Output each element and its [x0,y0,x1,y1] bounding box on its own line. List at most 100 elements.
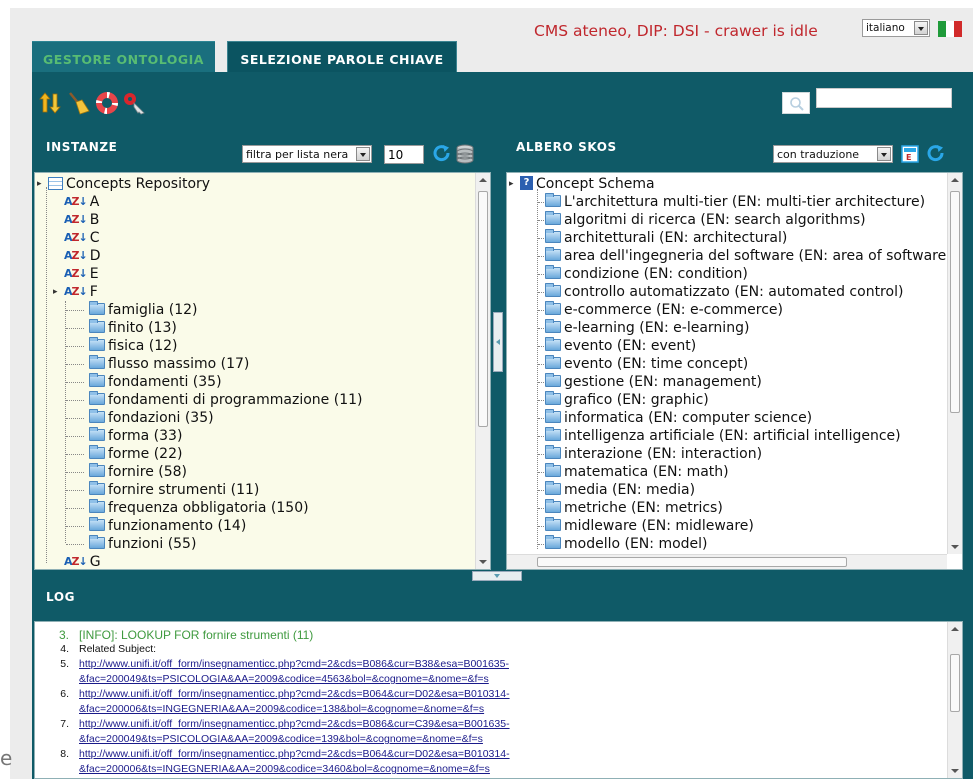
sort-az-icon: AZ↓ [64,555,88,568]
tree-item-concept[interactable]: interazione (EN: interaction) [545,445,762,463]
tree-letter-e[interactable]: AZ↓ E [53,265,99,283]
database-icon[interactable] [455,144,475,164]
tree-item-instance[interactable]: fornire (58) [89,463,187,481]
tree-root-concept-schema[interactable]: ▸? Concept Schema [509,175,655,193]
language-value: italiano [866,22,905,34]
svg-text:E: E [906,153,911,162]
tree-item-label: fornire strumenti (11) [108,482,260,498]
tree-letter-c[interactable]: AZ↓ C [53,229,100,247]
tree-item-concept[interactable]: e-commerce (EN: e-commerce) [545,301,783,319]
tree-item-label: metriche (EN: metrics) [564,500,723,516]
tree-letter-g[interactable]: AZ↓ G [53,553,101,569]
tree-item-concept[interactable]: L'architettura multi-tier (EN: multi-tie… [545,193,925,211]
tree-root-concepts-repository[interactable]: ▸ Concepts Repository [37,175,210,193]
log-link[interactable]: http://www.unifi.it/off_form/insegnament… [79,688,510,700]
tree-item-instance[interactable]: fondamenti (35) [89,373,222,391]
albero-skos-tree[interactable]: ▸? Concept Schema L'architettura multi-ti… [506,172,963,570]
tree-item-instance[interactable]: funzioni (55) [89,535,196,553]
limit-input[interactable]: 10 [384,145,424,164]
refresh-icon[interactable] [432,144,452,164]
vertical-splitter[interactable] [493,312,503,372]
folder-icon [545,355,561,369]
chevron-down-icon[interactable] [914,21,928,35]
log-link[interactable]: http://www.unifi.it/off_form/insegnament… [79,748,510,760]
tab-gestore-ontologia[interactable]: GESTORE ONTOLOGIA [32,41,215,72]
log-link[interactable]: http://www.unifi.it/off_form/insegnament… [79,658,509,670]
search-icon [790,97,804,111]
folder-icon [545,481,561,495]
log-link[interactable]: &fac=200006&ts=INGEGNERIA&AA=2009&codice… [79,763,490,775]
tree-item-concept[interactable]: midleware (EN: midleware) [545,517,754,535]
tree-item-instance[interactable]: fondamenti di programmazione (11) [89,391,362,409]
tree-item-concept[interactable]: area dell'ingegneria del software (EN: a… [545,247,962,265]
tree-item-concept[interactable]: matematica (EN: math) [545,463,729,481]
tree-letter-d[interactable]: AZ↓ D [53,247,101,265]
tree-item-concept[interactable]: architetturali (EN: architectural) [545,229,787,247]
tree-item-instance[interactable]: fornire strumenti (11) [89,481,259,499]
log-link[interactable]: &fac=200049&ts=PSICOLOGIA&AA=2009&codice… [79,733,483,745]
tree-item-concept[interactable]: condizione (EN: condition) [545,265,748,283]
tree-letter-f[interactable]: ▸ AZ↓ F [53,283,98,301]
tree-item-instance[interactable]: flusso massimo (17) [89,355,249,373]
tree-item-instance[interactable]: funzionamento (14) [89,517,246,535]
folder-icon [89,535,105,549]
sort-az-icon: AZ↓ [64,249,88,262]
tree-item-label: flusso massimo (17) [108,356,250,372]
tree-item-instance[interactable]: famiglia (12) [89,301,197,319]
tree-item-instance[interactable]: frequenza obbligatoria (150) [89,499,309,517]
search-button[interactable] [782,92,810,114]
albero-vertical-scrollbar[interactable] [947,173,962,554]
export-icon[interactable]: E [900,144,920,164]
tree-item-concept[interactable]: modello (EN: model) [545,535,708,553]
instanze-vertical-scrollbar[interactable] [475,173,490,569]
tree-item-concept[interactable]: informatica (EN: computer science) [545,409,812,427]
tab-selezione-parole-chiave[interactable]: SELEZIONE PAROLE CHIAVE [227,41,457,72]
tree-item-label: algoritmi di ricerca (EN: search algorit… [564,212,866,228]
translation-select[interactable]: con traduzione [773,145,893,163]
sort-az-icon: AZ↓ [64,285,88,298]
chevron-down-icon[interactable] [356,147,370,161]
tree-item-label: architetturali (EN: architectural) [564,230,788,246]
chevron-down-icon[interactable] [877,147,891,161]
tree-item-label: forme (22) [108,446,183,462]
tree-item-instance[interactable]: fisica (12) [89,337,177,355]
tree-item-concept[interactable]: gestione (EN: management) [545,373,762,391]
italian-flag-icon[interactable] [938,21,962,37]
broom-icon[interactable] [66,90,90,116]
sort-az-icon: AZ↓ [64,195,88,208]
tree-item-concept[interactable]: grafico (EN: graphic) [545,391,709,409]
tree-letter-b[interactable]: AZ↓ B [53,211,99,229]
tree-item-concept[interactable]: algoritmi di ricerca (EN: search algorit… [545,211,866,229]
sort-arrows-icon[interactable] [38,90,62,116]
lifebuoy-icon[interactable] [94,90,119,116]
tree-item-label: matematica (EN: math) [564,464,729,480]
tree-letter-a[interactable]: AZ↓ A [53,193,99,211]
tree-item-concept[interactable]: e-learning (EN: e-learning) [545,319,749,337]
log-panel[interactable]: 3. [INFO]: LOOKUP FOR fornire strumenti (… [34,621,963,779]
tree-item-concept[interactable]: media (EN: media) [545,481,695,499]
tree-item-label: forma (33) [108,428,183,444]
log-vertical-scrollbar[interactable] [947,622,962,778]
instanze-tree[interactable]: ▸ Concepts Repository AZ↓ A AZ↓ B AZ↓ C AZ↓ D… [34,172,491,570]
tree-item-instance[interactable]: finito (13) [89,319,177,337]
log-link[interactable]: &fac=200006&ts=INGEGNERIA&AA=2009&codice… [79,703,484,715]
tree-item-concept[interactable]: evento (EN: time concept) [545,355,748,373]
tree-item-concept[interactable]: intelligenza artificiale (EN: artificial… [545,427,901,445]
tree-item-concept[interactable]: evento (EN: event) [545,337,696,355]
refresh-icon[interactable] [926,144,946,164]
folder-icon [89,319,105,333]
key-icon[interactable] [122,90,146,116]
albero-horizontal-scrollbar[interactable] [507,554,947,569]
filter-select[interactable]: filtra per lista nera [242,145,372,163]
horizontal-splitter[interactable] [472,571,522,581]
language-select[interactable]: italiano [862,19,930,37]
tree-item-instance[interactable]: forma (33) [89,427,182,445]
tree-item-concept[interactable]: metriche (EN: metrics) [545,499,723,517]
tree-item-instance[interactable]: fondazioni (35) [89,409,214,427]
log-link[interactable]: http://www.unifi.it/off_form/insegnament… [79,718,510,730]
search-input[interactable] [816,88,952,108]
tree-item-label: fondamenti (35) [108,374,222,390]
log-link[interactable]: &fac=200049&ts=PSICOLOGIA&AA=2009&codice… [79,673,489,685]
tree-item-concept[interactable]: controllo automatizzato (EN: automated c… [545,283,903,301]
tree-item-instance[interactable]: forme (22) [89,445,182,463]
